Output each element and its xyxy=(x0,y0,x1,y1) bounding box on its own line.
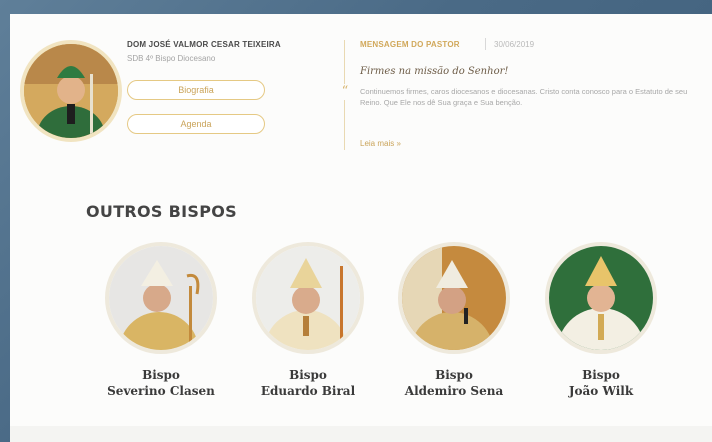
quote-icon: “ xyxy=(338,84,352,100)
bishop-avatar[interactable] xyxy=(20,40,122,142)
bishop-card[interactable]: Bispo Eduardo Biral xyxy=(252,242,364,412)
bishop-title: Bispo xyxy=(582,368,620,382)
bishop-name[interactable]: Eduardo Biral xyxy=(252,384,364,398)
bishop-name[interactable]: João Wilk xyxy=(545,384,657,398)
message-date: 30/06/2019 xyxy=(494,40,535,49)
bishop-card[interactable]: Bispo Severino Clasen xyxy=(105,242,217,412)
biography-button[interactable]: Biografia xyxy=(127,80,265,100)
message-title[interactable]: Firmes na missão do Senhor! xyxy=(360,66,508,77)
bishop-photo[interactable] xyxy=(252,242,364,354)
bishop-name: DOM JOSÉ VALMOR CESAR TEIXEIRA xyxy=(127,40,281,49)
bishop-title: Bispo xyxy=(435,368,473,382)
bishop-photo[interactable] xyxy=(545,242,657,354)
bishop-title: Bispo xyxy=(289,368,327,382)
bishop-card[interactable]: Bispo Aldemiro Sena xyxy=(398,242,510,412)
label-separator xyxy=(485,38,486,50)
message-section-label: MENSAGEM DO PASTOR xyxy=(360,40,460,49)
bishop-name[interactable]: Aldemiro Sena xyxy=(398,384,510,398)
read-more-link[interactable]: Leia mais » xyxy=(360,139,401,148)
agenda-button[interactable]: Agenda xyxy=(127,114,265,134)
bishop-portrait-image xyxy=(24,44,118,138)
message-body: Continuemos firmes, caros diocesanos e d… xyxy=(360,87,688,107)
bishop-subtitle: SDB 4º Bispo Diocesano xyxy=(127,54,216,63)
bishop-title: Bispo xyxy=(142,368,180,382)
footer-strip xyxy=(10,426,712,442)
section-title: OUTROS BISPOS xyxy=(86,202,237,221)
bishop-name[interactable]: Severino Clasen xyxy=(105,384,217,398)
bishop-card[interactable]: Bispo João Wilk xyxy=(545,242,657,412)
bishop-photo[interactable] xyxy=(398,242,510,354)
bishop-photo[interactable] xyxy=(105,242,217,354)
